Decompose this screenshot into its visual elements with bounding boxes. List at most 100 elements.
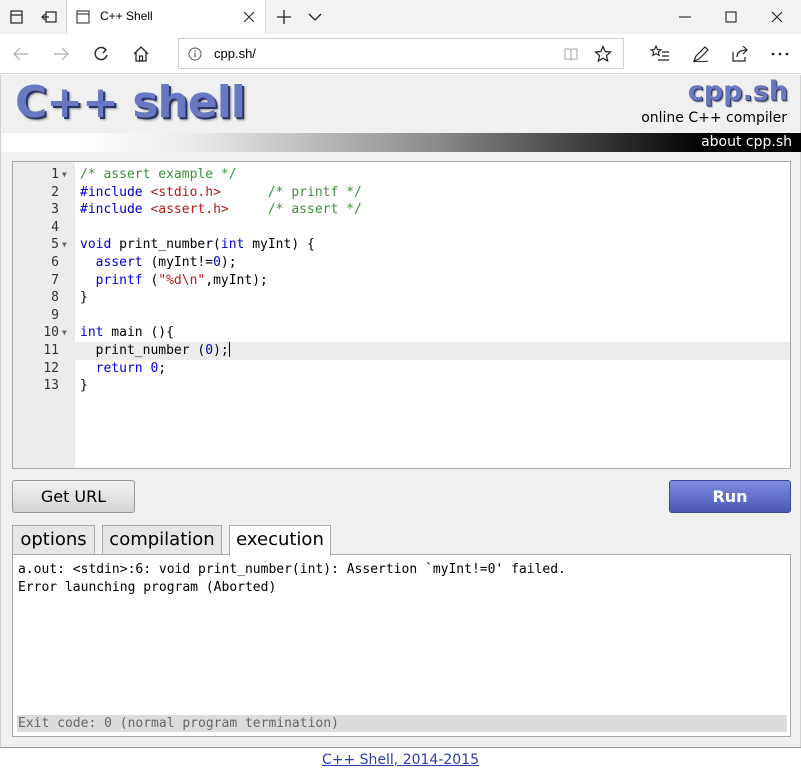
code-line[interactable]: 13} — [13, 377, 790, 395]
close-window-icon[interactable] — [769, 9, 785, 25]
fold-toggle-icon[interactable]: ▼ — [62, 324, 67, 342]
get-url-button[interactable]: Get URL — [12, 480, 135, 513]
code-token: } — [80, 290, 88, 306]
code-token: 0 — [213, 255, 221, 270]
favorite-star-icon[interactable] — [594, 45, 612, 63]
code-token: print_number ( — [80, 343, 206, 358]
fold-toggle-icon[interactable]: ▼ — [62, 236, 67, 254]
tab-title: C++ Shell — [100, 9, 153, 23]
output-line: a.out: <stdin>:6: void print_number(int)… — [18, 562, 566, 577]
code-text: #include <assert.h> /* assert */ — [80, 201, 362, 219]
code-text: return 0; — [80, 360, 166, 378]
site-tagline: online C++ compiler — [641, 110, 787, 126]
forward-arrow-icon[interactable] — [51, 44, 71, 64]
code-text: } — [80, 377, 88, 395]
code-line[interactable]: 8} — [13, 289, 790, 307]
share-icon[interactable] — [730, 44, 750, 64]
code-token: int — [80, 325, 104, 341]
run-button[interactable]: Run — [669, 480, 791, 513]
minimize-icon[interactable] — [677, 9, 693, 25]
code-line[interactable]: 7 printf ("%d\n",myInt); — [13, 272, 790, 290]
code-line[interactable]: 5 ▼ void print_number(int myInt) { — [13, 236, 790, 254]
code-token: ,myInt); — [205, 272, 268, 288]
line-number: 6 — [51, 255, 59, 270]
code-text: void print_number(int myInt) { — [80, 236, 315, 254]
new-tab-icon[interactable] — [276, 9, 292, 25]
set-aside-tabs-icon[interactable] — [40, 8, 58, 26]
code-line[interactable]: 12 return 0; — [13, 360, 790, 378]
code-text: print_number (0); — [80, 342, 230, 360]
code-token: <stdio.h> — [150, 184, 221, 200]
tab-options[interactable]: options — [12, 525, 95, 555]
code-token: /* assert example */ — [80, 167, 237, 182]
line-number: 1 — [51, 167, 59, 182]
back-arrow-icon[interactable] — [11, 44, 31, 64]
code-text: int main (){ — [80, 324, 174, 342]
url-text[interactable]: cpp.sh/ — [214, 46, 256, 61]
pen-icon[interactable] — [691, 44, 711, 64]
line-number: 2 — [51, 184, 59, 200]
code-token: #include — [80, 184, 151, 200]
execution-output: a.out: <stdin>:6: void print_number(int)… — [12, 554, 791, 737]
more-options-icon[interactable] — [770, 44, 790, 64]
line-number: 7 — [51, 272, 59, 288]
code-token: (myInt!= — [142, 255, 214, 270]
maximize-icon[interactable] — [723, 9, 739, 25]
favorites-list-icon[interactable] — [650, 44, 670, 64]
code-text: /* assert example */ — [80, 166, 237, 184]
code-line[interactable]: 3 #include <assert.h> /* assert */ — [13, 201, 790, 219]
info-icon[interactable] — [188, 47, 202, 61]
line-number: 12 — [43, 360, 59, 376]
chevron-down-icon[interactable] — [307, 10, 323, 24]
output-line: Error launching program (Aborted) — [18, 580, 277, 595]
home-icon[interactable] — [131, 44, 151, 64]
code-token: main (){ — [103, 325, 174, 341]
code-line[interactable]: 6 assert (myInt!=0); — [13, 254, 790, 272]
line-number: 11 — [43, 343, 59, 358]
tab-compilation[interactable]: compilation — [102, 525, 222, 555]
tab-execution[interactable]: execution — [229, 525, 331, 556]
site-logo[interactable]: C++ shell — [15, 77, 246, 128]
code-token: 0 — [205, 343, 214, 358]
code-line[interactable]: 4 — [13, 219, 790, 237]
code-token: ; — [158, 360, 167, 376]
code-token: ); — [220, 255, 237, 270]
code-editor[interactable]: 1 ▼/* assert example */2 #include <stdio.h… — [12, 161, 791, 469]
about-link[interactable]: about cpp.sh — [701, 134, 792, 150]
tab-actions-icon[interactable] — [8, 8, 26, 26]
line-number: 13 — [43, 378, 59, 394]
reading-view-icon[interactable] — [563, 46, 579, 62]
code-token: } — [80, 378, 88, 394]
code-text: assert (myInt!=0); — [80, 254, 237, 272]
refresh-icon[interactable] — [91, 44, 111, 64]
fold-toggle-icon[interactable]: ▼ — [62, 166, 67, 184]
code-token: printf — [80, 272, 143, 288]
code-text: #include <stdio.h> /* printf */ — [80, 184, 362, 202]
line-number: 3 — [51, 202, 59, 218]
code-line[interactable]: 1 ▼ /* assert example */ — [13, 166, 790, 184]
close-tab-icon[interactable] — [242, 10, 256, 24]
code-token: <assert.h> — [150, 202, 229, 218]
code-token: int — [220, 237, 245, 253]
code-line[interactable]: 9 — [13, 307, 790, 325]
address-bar[interactable]: cpp.sh/ — [178, 38, 624, 69]
code-token: /* printf */ — [267, 184, 362, 200]
browser-tab[interactable]: C++ Shell — [66, 0, 266, 34]
code-line[interactable]: 2 #include <stdio.h> /* printf */ — [13, 184, 790, 202]
code-token: myInt) { — [244, 237, 315, 253]
code-token: assert — [80, 255, 143, 270]
code-line[interactable]: 10 ▼ int main (){ — [13, 324, 790, 342]
line-number: 8 — [51, 290, 59, 306]
main-content: 1 ▼/* assert example */2 #include <stdio.h… — [0, 152, 801, 747]
line-number: 5 — [51, 237, 59, 253]
line-number: 9 — [51, 307, 59, 323]
code-token: return — [80, 360, 143, 376]
code-line[interactable]: 11 print_number (0); — [13, 342, 790, 360]
browser-nav-bar: cpp.sh/ — [0, 34, 801, 74]
line-number: 10 — [43, 325, 59, 341]
code-token: "%d\n" — [158, 272, 206, 288]
code-token: ); — [213, 343, 229, 358]
footer-link[interactable]: C++ Shell, 2014-2015 — [322, 752, 479, 768]
site-header: C++ shell cpp.sh online C++ compiler — [0, 75, 801, 133]
code-token: /* assert */ — [267, 202, 362, 218]
